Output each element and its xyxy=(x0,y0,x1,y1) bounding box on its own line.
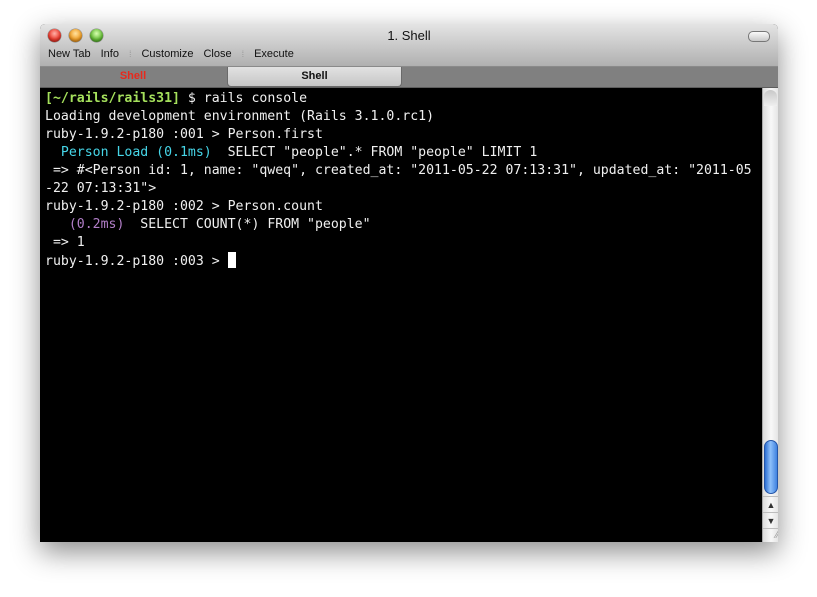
terminal-line: ruby-1.9.2-p180 :001 > Person.first xyxy=(45,127,323,142)
terminal-line: [~/rails/rails31] $ rails console xyxy=(45,90,752,108)
info-button[interactable]: Info xyxy=(101,48,119,60)
terminal-line: => #<Person id: 1, name: "qweq", created… xyxy=(45,163,752,178)
terminal-window: 1. Shell New Tab Info ⁞ Customize Close … xyxy=(40,24,778,542)
terminal-line: -22 07:13:31"> xyxy=(45,181,157,196)
terminal-output[interactable]: [~/rails/rails31] $ rails console Loading… xyxy=(40,88,762,542)
tab-shell-2-active[interactable]: Shell xyxy=(227,67,402,87)
customize-button[interactable]: Customize xyxy=(141,48,193,60)
scroll-up-arrow-icon[interactable]: ▲ xyxy=(763,496,778,513)
terminal-line: Loading development environment (Rails 3… xyxy=(45,109,435,124)
terminal-lines: [~/rails/rails31] $ rails console Loading… xyxy=(45,90,752,271)
terminal-line: ruby-1.9.2-p180 :002 > Person.count xyxy=(45,199,323,214)
tab-bar: Shell Shell xyxy=(40,67,778,88)
close-button[interactable]: Close xyxy=(203,48,231,60)
terminal-line: (0.2ms) SELECT COUNT(*) FROM "people" xyxy=(45,216,752,234)
terminal-line: Person Load (0.1ms) SELECT "people".* FR… xyxy=(45,144,752,162)
prompt-path: [~/rails/rails31] xyxy=(45,91,180,106)
toolbar-toggle-button[interactable] xyxy=(748,31,770,42)
new-tab-button[interactable]: New Tab xyxy=(48,48,91,60)
text-cursor xyxy=(227,252,236,268)
scroll-track-cap xyxy=(764,90,777,106)
sql-query: SELECT "people".* FROM "people" LIMIT 1 xyxy=(211,145,538,160)
resize-grip-icon[interactable]: ⁄⁄ xyxy=(763,528,778,542)
execute-button[interactable]: Execute xyxy=(254,48,294,60)
vertical-scrollbar[interactable]: ▲ ▼ ⁄⁄ xyxy=(762,88,778,542)
sql-query: SELECT COUNT(*) FROM "people" xyxy=(124,217,371,232)
window-title: 1. Shell xyxy=(387,28,431,43)
tab-shell-1[interactable]: Shell xyxy=(40,67,226,86)
timing-label: (0.2ms) xyxy=(45,217,125,232)
title-bar[interactable]: 1. Shell New Tab Info ⁞ Customize Close … xyxy=(40,24,778,67)
toolbar-separator: ⁞ xyxy=(128,49,132,59)
terminal-line: ruby-1.9.2-p180 :003 > xyxy=(45,252,752,271)
current-prompt: ruby-1.9.2-p180 :003 > xyxy=(45,254,228,269)
toolbar: New Tab Info ⁞ Customize Close ⁞ Execute xyxy=(48,48,304,60)
load-label: Person Load (0.1ms) xyxy=(45,145,212,160)
prompt-command: $ rails console xyxy=(179,91,308,106)
scroll-down-arrow-icon[interactable]: ▼ xyxy=(763,512,778,529)
terminal-line: => 1 xyxy=(45,235,85,250)
scroll-thumb[interactable] xyxy=(764,440,778,494)
toolbar-separator: ⁞ xyxy=(241,49,245,59)
